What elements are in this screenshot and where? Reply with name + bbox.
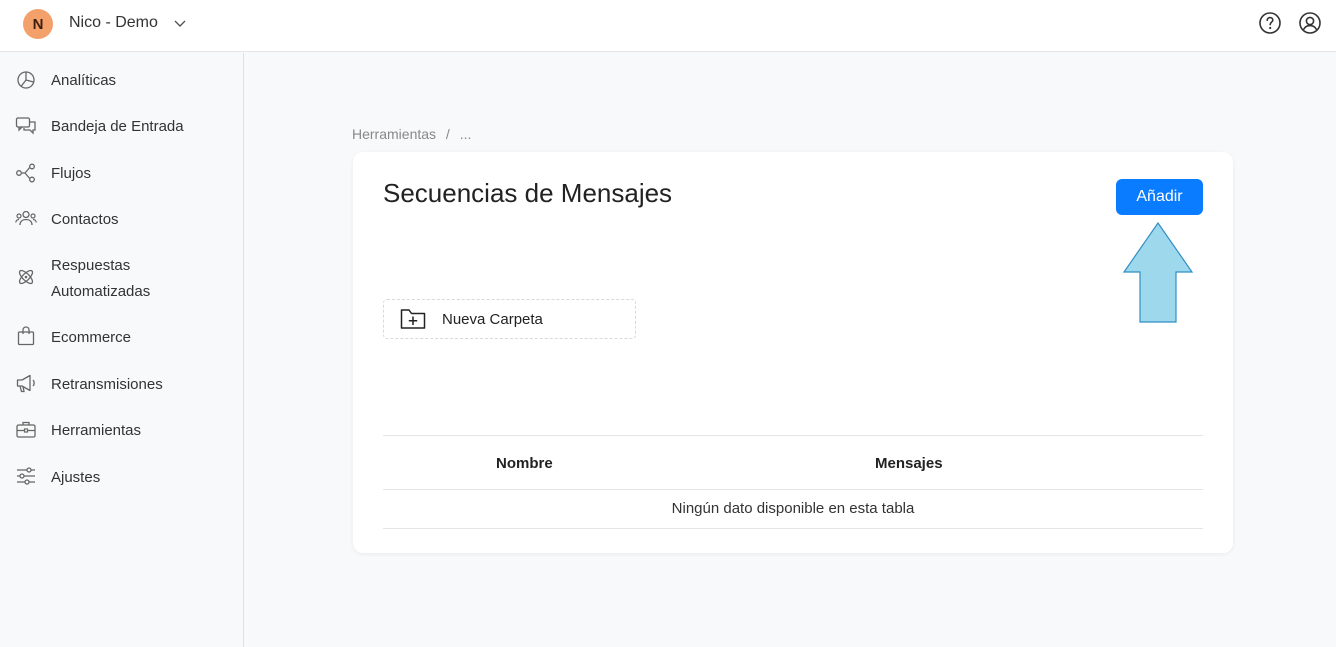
sidebar-item-label: Analíticas — [51, 72, 117, 89]
table-header: Nombre Mensajes — [383, 435, 1203, 490]
sliders-icon — [17, 467, 35, 485]
workspace-avatar[interactable]: N — [23, 9, 53, 39]
sidebar-item-label: Ajustes — [51, 469, 101, 486]
empty-table-message: Ningún dato disponible en esta tabla — [671, 500, 915, 517]
shopping-bag-icon — [17, 326, 35, 346]
pie-chart-icon — [17, 71, 35, 89]
sidebar-item-label: Contactos — [51, 211, 119, 228]
sidebar-item-label: Bandeja de Entrada — [51, 118, 184, 135]
arrow-up-icon — [1122, 222, 1194, 323]
contacts-icon — [15, 210, 37, 226]
new-folder-label: Nueva Carpeta — [442, 311, 543, 328]
megaphone-icon — [16, 374, 35, 393]
sidebar-item-respuestas[interactable]: Respuestas Automatizadas — [0, 252, 243, 306]
sidebar-item-ecommerce[interactable]: Ecommerce — [0, 324, 243, 352]
breadcrumb-root[interactable]: Herramientas — [352, 126, 436, 142]
sidebar-item-herramientas[interactable]: Herramientas — [0, 417, 243, 445]
chevron-down-icon[interactable] — [173, 16, 187, 30]
sidebar-item-label: Respuestas — [51, 257, 131, 274]
atom-icon — [18, 269, 34, 285]
sidebar-item-label: Herramientas — [51, 422, 142, 439]
sidebar-item-bandeja[interactable]: Bandeja de Entrada — [0, 113, 243, 141]
help-icon[interactable] — [1258, 11, 1282, 35]
sidebar-item-analiticas[interactable]: Analíticas — [0, 67, 243, 95]
sidebar: Analíticas Bandeja de Entrada Flujos Con… — [0, 53, 244, 647]
sidebar-item-contactos[interactable]: Contactos — [0, 206, 243, 234]
sidebar-item-label: Ecommerce — [51, 329, 132, 346]
sidebar-item-flujos[interactable]: Flujos — [0, 160, 243, 188]
flow-nodes-icon — [16, 163, 35, 183]
chat-bubbles-icon — [15, 117, 36, 135]
column-header-nombre[interactable]: Nombre — [496, 455, 553, 472]
user-account-icon[interactable] — [1298, 11, 1322, 35]
new-folder-button[interactable]: Nueva Carpeta — [383, 299, 636, 339]
sidebar-item-retransmisiones[interactable]: Retransmisiones — [0, 371, 243, 399]
add-button[interactable]: Añadir — [1116, 179, 1203, 215]
sidebar-item-label-line2: Automatizadas — [51, 283, 151, 300]
workspace-name[interactable]: Nico - Demo — [69, 14, 158, 32]
sidebar-item-label: Flujos — [51, 165, 92, 182]
folder-plus-icon — [400, 309, 426, 329]
breadcrumb: Herramientas / ... — [352, 126, 477, 142]
top-bar: N Nico - Demo — [0, 0, 1336, 52]
breadcrumb-separator: / — [445, 126, 450, 142]
sequences-card: Secuencias de Mensajes Añadir Nueva Carp… — [353, 152, 1233, 553]
sidebar-item-ajustes[interactable]: Ajustes — [0, 464, 243, 492]
sidebar-item-label: Retransmisiones — [51, 376, 163, 393]
toolbox-icon — [16, 421, 36, 438]
page-title: Secuencias de Mensajes — [383, 178, 673, 208]
table-row: Ningún dato disponible en esta tabla — [383, 490, 1203, 529]
column-header-mensajes[interactable]: Mensajes — [875, 455, 943, 472]
breadcrumb-current: ... — [459, 126, 472, 142]
